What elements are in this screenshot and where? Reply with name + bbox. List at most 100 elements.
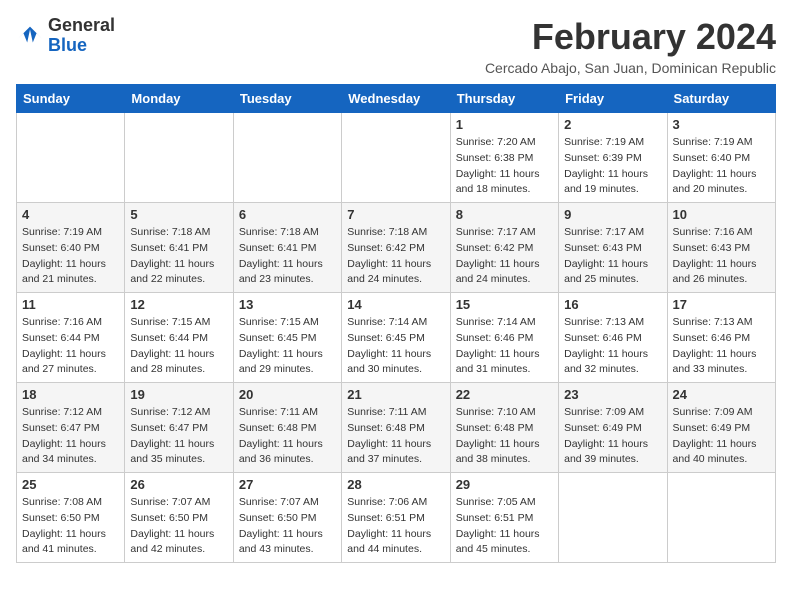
calendar-cell: 9Sunrise: 7:17 AM Sunset: 6:43 PM Daylig… [559,203,667,293]
week-row-4: 25Sunrise: 7:08 AM Sunset: 6:50 PM Dayli… [17,473,776,563]
calendar-cell [125,113,233,203]
calendar-cell: 14 Sunrise: 7:14 AM Sunset: 6:45 PM Dayli… [342,293,450,383]
calendar-cell: 27 Sunrise: 7:07 AM Sunset: 6:50 PM Dayli… [233,473,341,563]
day-info: Sunrise: 7:10 AM Sunset: 6:48 PM Dayligh… [456,405,553,468]
calendar-cell: 29Sunrise: 7:05 AM Sunset: 6:51 PM Dayli… [450,473,558,563]
day-info: Sunrise: 7:14 AM Sunset: 6:46 PM Dayligh… [456,315,553,378]
calendar-cell: 18Sunrise: 7:12 AM Sunset: 6:47 PM Dayli… [17,383,125,473]
calendar-body: 1 Sunrise: 7:20 AM Sunset: 6:38 PM Daylig… [17,113,776,563]
day-info: Sunrise: 7:13 AM Sunset: 6:46 PM Dayligh… [673,315,770,378]
logo-bird-icon [16,22,44,50]
day-number: 1 [456,117,553,132]
day-number: 2 [564,117,661,132]
week-row-1: 4 Sunrise: 7:19 AM Sunset: 6:40 PM Daylig… [17,203,776,293]
day-number: 24 [673,387,770,402]
calendar-cell [667,473,775,563]
day-info: Sunrise: 7:18 AM Sunset: 6:42 PM Dayligh… [347,225,444,288]
logo: General Blue [16,16,115,56]
day-info: Sunrise: 7:19 AM Sunset: 6:39 PM Dayligh… [564,135,661,198]
day-number: 14 [347,297,444,312]
day-number: 3 [673,117,770,132]
title-area: February 2024 Cercado Abajo, San Juan, D… [485,16,776,76]
weekday-header-row: SundayMondayTuesdayWednesdayThursdayFrid… [17,85,776,113]
weekday-header-sunday: Sunday [17,85,125,113]
calendar-cell: 12 Sunrise: 7:15 AM Sunset: 6:44 PM Dayli… [125,293,233,383]
day-info: Sunrise: 7:15 AM Sunset: 6:44 PM Dayligh… [130,315,227,378]
day-number: 27 [239,477,336,492]
weekday-header-thursday: Thursday [450,85,558,113]
weekday-header-saturday: Saturday [667,85,775,113]
weekday-header-wednesday: Wednesday [342,85,450,113]
location-title: Cercado Abajo, San Juan, Dominican Repub… [485,60,776,76]
day-info: Sunrise: 7:11 AM Sunset: 6:48 PM Dayligh… [347,405,444,468]
calendar-cell [233,113,341,203]
day-info: Sunrise: 7:11 AM Sunset: 6:48 PM Dayligh… [239,405,336,468]
calendar-cell: 7 Sunrise: 7:18 AM Sunset: 6:42 PM Daylig… [342,203,450,293]
calendar-table: SundayMondayTuesdayWednesdayThursdayFrid… [16,84,776,563]
day-number: 10 [673,207,770,222]
day-info: Sunrise: 7:16 AM Sunset: 6:44 PM Dayligh… [22,315,119,378]
day-info: Sunrise: 7:07 AM Sunset: 6:50 PM Dayligh… [239,495,336,558]
calendar-cell: 3 Sunrise: 7:19 AM Sunset: 6:40 PM Daylig… [667,113,775,203]
calendar-cell: 19Sunrise: 7:12 AM Sunset: 6:47 PM Dayli… [125,383,233,473]
day-info: Sunrise: 7:20 AM Sunset: 6:38 PM Dayligh… [456,135,553,198]
calendar-cell: 22Sunrise: 7:10 AM Sunset: 6:48 PM Dayli… [450,383,558,473]
day-info: Sunrise: 7:06 AM Sunset: 6:51 PM Dayligh… [347,495,444,558]
calendar-cell: 4 Sunrise: 7:19 AM Sunset: 6:40 PM Daylig… [17,203,125,293]
day-number: 6 [239,207,336,222]
calendar-cell: 24 Sunrise: 7:09 AM Sunset: 6:49 PM Dayli… [667,383,775,473]
day-number: 7 [347,207,444,222]
day-info: Sunrise: 7:19 AM Sunset: 6:40 PM Dayligh… [673,135,770,198]
day-info: Sunrise: 7:15 AM Sunset: 6:45 PM Dayligh… [239,315,336,378]
header: General Blue February 2024 Cercado Abajo… [16,16,776,76]
day-number: 17 [673,297,770,312]
day-number: 26 [130,477,227,492]
calendar-cell [17,113,125,203]
day-info: Sunrise: 7:18 AM Sunset: 6:41 PM Dayligh… [239,225,336,288]
weekday-header-monday: Monday [125,85,233,113]
month-title: February 2024 [485,16,776,58]
calendar-cell: 26 Sunrise: 7:07 AM Sunset: 6:50 PM Dayli… [125,473,233,563]
day-info: Sunrise: 7:14 AM Sunset: 6:45 PM Dayligh… [347,315,444,378]
calendar-cell: 1 Sunrise: 7:20 AM Sunset: 6:38 PM Daylig… [450,113,558,203]
calendar-cell: 16Sunrise: 7:13 AM Sunset: 6:46 PM Dayli… [559,293,667,383]
day-number: 9 [564,207,661,222]
day-number: 19 [130,387,227,402]
calendar-cell: 13 Sunrise: 7:15 AM Sunset: 6:45 PM Dayli… [233,293,341,383]
day-number: 4 [22,207,119,222]
day-info: Sunrise: 7:17 AM Sunset: 6:42 PM Dayligh… [456,225,553,288]
day-number: 11 [22,297,119,312]
day-number: 16 [564,297,661,312]
calendar-cell: 2 Sunrise: 7:19 AM Sunset: 6:39 PM Daylig… [559,113,667,203]
day-number: 18 [22,387,119,402]
calendar-cell: 28 Sunrise: 7:06 AM Sunset: 6:51 PM Dayli… [342,473,450,563]
weekday-header-tuesday: Tuesday [233,85,341,113]
day-number: 13 [239,297,336,312]
week-row-3: 18Sunrise: 7:12 AM Sunset: 6:47 PM Dayli… [17,383,776,473]
day-number: 25 [22,477,119,492]
calendar-cell: 6 Sunrise: 7:18 AM Sunset: 6:41 PM Daylig… [233,203,341,293]
calendar-cell: 8 Sunrise: 7:17 AM Sunset: 6:42 PM Daylig… [450,203,558,293]
week-row-0: 1 Sunrise: 7:20 AM Sunset: 6:38 PM Daylig… [17,113,776,203]
day-number: 23 [564,387,661,402]
day-number: 21 [347,387,444,402]
day-info: Sunrise: 7:18 AM Sunset: 6:41 PM Dayligh… [130,225,227,288]
day-number: 20 [239,387,336,402]
day-number: 5 [130,207,227,222]
calendar-cell: 20 Sunrise: 7:11 AM Sunset: 6:48 PM Dayli… [233,383,341,473]
calendar-cell: 17 Sunrise: 7:13 AM Sunset: 6:46 PM Dayli… [667,293,775,383]
calendar-cell: 23 Sunrise: 7:09 AM Sunset: 6:49 PM Dayli… [559,383,667,473]
day-info: Sunrise: 7:16 AM Sunset: 6:43 PM Dayligh… [673,225,770,288]
day-info: Sunrise: 7:09 AM Sunset: 6:49 PM Dayligh… [673,405,770,468]
day-number: 29 [456,477,553,492]
weekday-header-friday: Friday [559,85,667,113]
day-info: Sunrise: 7:07 AM Sunset: 6:50 PM Dayligh… [130,495,227,558]
calendar-cell: 21 Sunrise: 7:11 AM Sunset: 6:48 PM Dayli… [342,383,450,473]
day-number: 12 [130,297,227,312]
day-info: Sunrise: 7:19 AM Sunset: 6:40 PM Dayligh… [22,225,119,288]
day-info: Sunrise: 7:09 AM Sunset: 6:49 PM Dayligh… [564,405,661,468]
day-number: 28 [347,477,444,492]
day-number: 8 [456,207,553,222]
logo-blue-text: Blue [48,35,87,55]
day-number: 15 [456,297,553,312]
